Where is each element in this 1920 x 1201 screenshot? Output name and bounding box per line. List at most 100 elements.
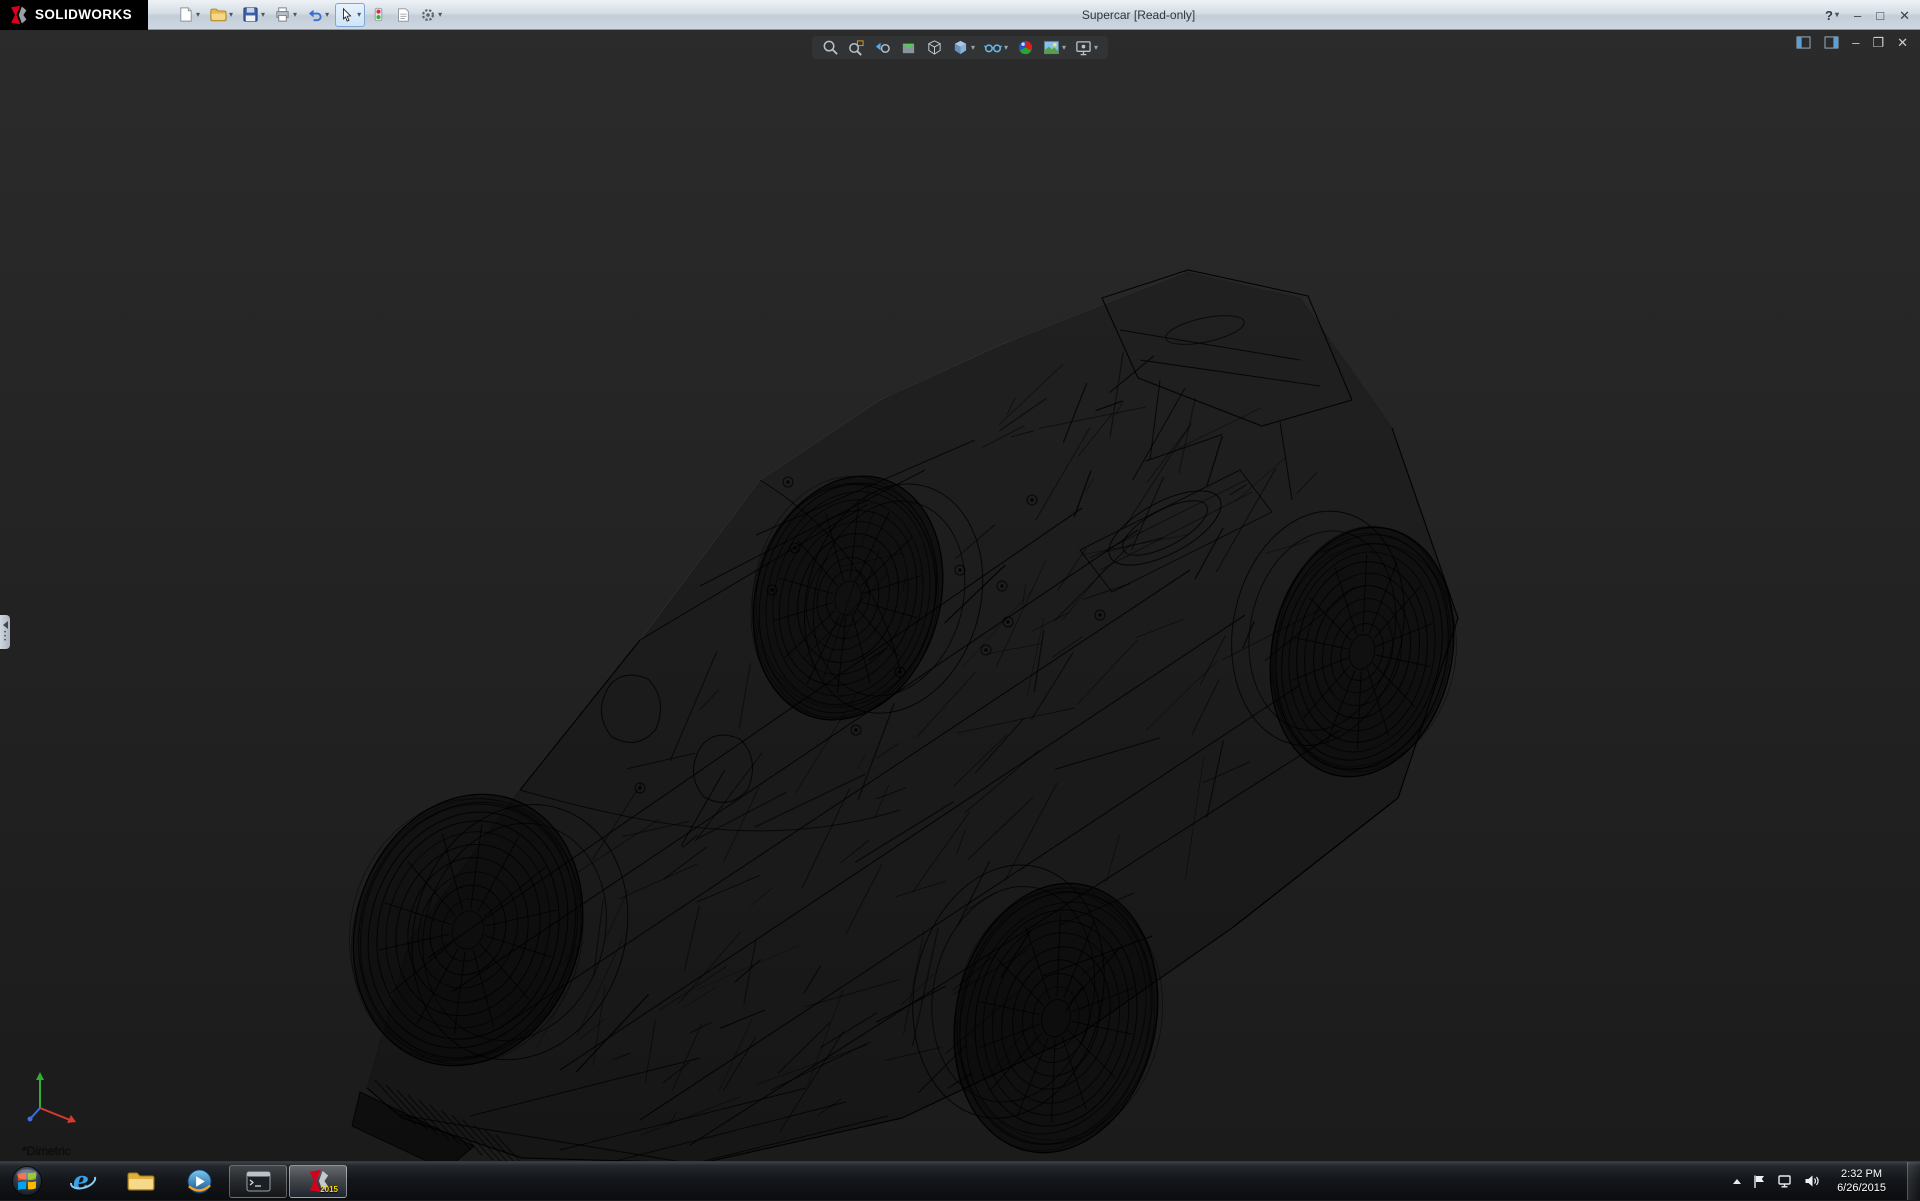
view-settings-button[interactable]: ▾ [1075, 40, 1098, 56]
print-icon [274, 6, 291, 23]
dropdown-caret-icon: ▾ [261, 11, 265, 19]
orientation-triad [26, 1068, 84, 1128]
internet-explorer-icon: e [69, 1167, 97, 1195]
taskbar-clock[interactable]: 2:32 PM 6/26/2015 [1831, 1167, 1892, 1195]
dropdown-caret-icon: ▾ [1094, 44, 1098, 52]
undo-button[interactable]: ▾ [303, 3, 332, 27]
taskbar-media-player[interactable] [170, 1162, 228, 1201]
titlebar-controls: ? ▾ – □ ✕ [1825, 0, 1910, 30]
heads-up-view-toolbar: ▾ ▾ ▾ [812, 36, 1108, 59]
solidworks-gem-icon [8, 5, 28, 25]
taskbar-internet-explorer[interactable]: e [54, 1162, 112, 1201]
dropdown-caret-icon: ▾ [293, 11, 297, 19]
options-gear-icon [420, 7, 436, 23]
save-floppy-icon [242, 6, 259, 23]
start-button[interactable] [0, 1162, 54, 1201]
dropdown-caret-icon: ▾ [1004, 44, 1008, 52]
new-document-button[interactable]: ▾ [174, 3, 203, 27]
dropdown-caret-icon: ▾ [229, 11, 233, 19]
new-document-icon [177, 6, 194, 23]
hide-show-items-button[interactable]: ▾ [984, 40, 1008, 55]
expand-pane-arrow-icon [3, 621, 8, 629]
close-button[interactable]: ✕ [1899, 9, 1910, 22]
solidworks-menu-logo[interactable]: SOLIDWORKS [0, 0, 148, 30]
select-button[interactable]: ▾ [335, 3, 365, 27]
media-player-icon [186, 1168, 213, 1195]
dropdown-caret-icon: ▾ [1835, 11, 1839, 19]
section-view-icon [900, 39, 917, 56]
dropdown-caret-icon: ▾ [1062, 44, 1066, 52]
quick-access-toolbar: ▾ ▾ ▾ ▾ ▾ [174, 0, 445, 29]
save-button[interactable]: ▾ [239, 3, 268, 27]
action-center-flag-icon[interactable] [1752, 1174, 1766, 1189]
print-button[interactable]: ▾ [271, 3, 300, 27]
minimize-button[interactable]: – [1854, 9, 1861, 22]
graphics-viewport[interactable]: ▾ ▾ ▾ [0, 30, 1920, 1161]
clock-time: 2:32 PM [1841, 1167, 1882, 1181]
help-button[interactable]: ? ▾ [1825, 8, 1839, 23]
previous-view-button[interactable] [874, 39, 891, 56]
doc-close-button[interactable]: ✕ [1897, 36, 1908, 49]
featuremanager-collapsed-tab[interactable]: ••• [0, 615, 10, 649]
zoom-to-area-icon [848, 39, 865, 56]
open-folder-icon [209, 6, 227, 23]
rebuild-button[interactable] [368, 3, 389, 27]
taskbar-command-prompt[interactable] [229, 1165, 287, 1198]
apply-scene-icon [1043, 40, 1060, 55]
hide-show-glasses-icon [984, 40, 1002, 55]
windows-start-orb-icon [11, 1165, 43, 1197]
network-icon[interactable] [1777, 1174, 1793, 1188]
rebuild-traffic-light-icon [371, 6, 386, 23]
volume-icon[interactable] [1804, 1174, 1820, 1188]
open-button[interactable]: ▾ [206, 3, 236, 27]
show-desktop-button[interactable] [1907, 1162, 1920, 1200]
section-view-button[interactable] [900, 39, 917, 56]
command-prompt-icon [246, 1171, 271, 1192]
titlebar: SOLIDWORKS ▾ ▾ ▾ [0, 0, 1920, 30]
svg-text:e: e [73, 1167, 89, 1195]
feature-pane-toggle-icon[interactable] [1796, 36, 1811, 49]
doc-minimize-button[interactable]: – [1852, 36, 1859, 49]
appearance-ball-icon [1017, 39, 1034, 56]
previous-view-icon [874, 39, 891, 56]
view-orientation-label: *Dimetric [22, 1144, 71, 1158]
dropdown-caret-icon: ▾ [325, 11, 329, 19]
view-settings-icon [1075, 40, 1092, 56]
select-cursor-icon [339, 7, 355, 23]
taskbar: e 2 [0, 1161, 1920, 1200]
triad-z-axis-icon [28, 1117, 33, 1122]
display-style-icon [952, 39, 969, 56]
solidworks-logo-text: SOLIDWORKS [35, 7, 132, 22]
document-title: Supercar [Read-only] [1082, 0, 1195, 30]
doc-restore-button[interactable]: ❐ [1872, 36, 1884, 49]
file-properties-icon [395, 7, 411, 23]
zoom-to-area-button[interactable] [848, 39, 865, 56]
view-orientation-cube-icon [926, 39, 943, 56]
triad-y-axis-icon [36, 1072, 44, 1080]
taskbar-solidworks-2015[interactable]: 2015 [289, 1165, 347, 1198]
options-button[interactable]: ▾ [417, 3, 445, 27]
task-pane-toggle-icon[interactable] [1824, 36, 1839, 49]
solidworks-year-badge: 2015 [320, 1185, 338, 1194]
dropdown-caret-icon: ▾ [971, 44, 975, 52]
folder-icon [126, 1169, 156, 1193]
apply-scene-button[interactable]: ▾ [1043, 40, 1066, 55]
maximize-button[interactable]: □ [1876, 9, 1884, 22]
dropdown-caret-icon: ▾ [438, 11, 442, 19]
taskbar-windows-explorer[interactable] [112, 1162, 170, 1201]
view-orientation-button[interactable] [926, 39, 943, 56]
system-tray: 2:32 PM 6/26/2015 [1733, 1162, 1920, 1200]
dropdown-caret-icon: ▾ [196, 11, 200, 19]
zoom-to-fit-icon [822, 39, 839, 56]
undo-icon [306, 6, 323, 23]
zoom-to-fit-button[interactable] [822, 39, 839, 56]
file-properties-button[interactable] [392, 3, 414, 27]
edit-appearance-button[interactable] [1017, 39, 1034, 56]
dropdown-caret-icon: ▾ [357, 11, 361, 19]
clock-date: 6/26/2015 [1837, 1181, 1886, 1195]
show-hidden-icons-button[interactable] [1733, 1179, 1741, 1184]
help-label: ? [1825, 8, 1833, 23]
splitter-dots-icon: ••• [4, 631, 6, 643]
car-wireframe-model [0, 30, 1920, 1161]
display-style-button[interactable]: ▾ [952, 39, 975, 56]
